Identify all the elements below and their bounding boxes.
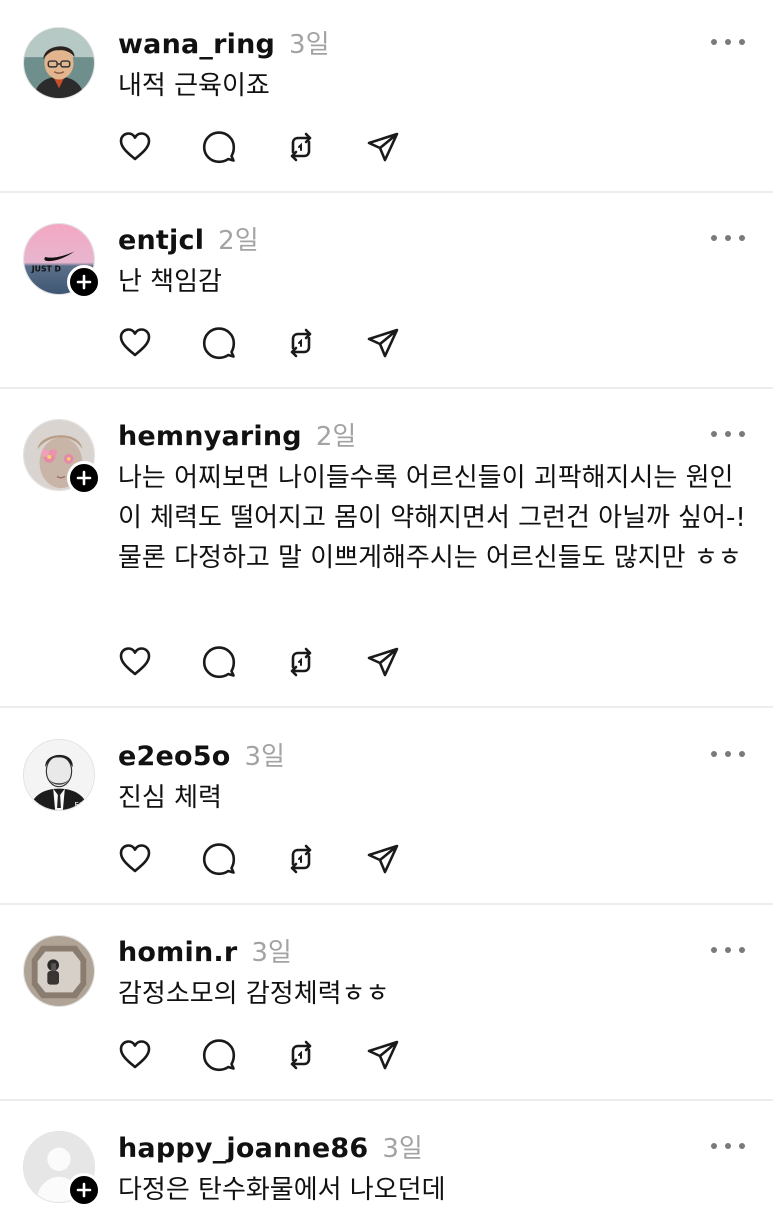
timestamp: 3일	[244, 742, 285, 772]
share-button[interactable]	[365, 644, 401, 680]
divider	[0, 706, 773, 708]
plus-icon	[76, 470, 92, 486]
repost-button[interactable]	[283, 325, 319, 361]
divider	[0, 903, 773, 905]
share-button[interactable]	[365, 325, 401, 361]
send-plane-icon	[367, 844, 399, 874]
more-options-button[interactable]	[711, 424, 745, 444]
heart-icon	[119, 1040, 151, 1069]
more-options-button[interactable]	[711, 940, 745, 960]
share-button[interactable]	[365, 129, 401, 165]
send-plane-icon	[367, 647, 399, 677]
comment-button[interactable]	[201, 325, 237, 361]
reply-text: 내적 근육이죠	[118, 71, 270, 101]
comment-button[interactable]	[201, 644, 237, 680]
username[interactable]: hemnyaring	[118, 421, 302, 452]
repost-button[interactable]	[283, 644, 319, 680]
avatar[interactable]	[23, 27, 95, 99]
repost-icon	[290, 844, 312, 874]
divider	[0, 387, 773, 389]
username[interactable]: wana_ring	[118, 29, 275, 60]
username[interactable]: happy_joanne86	[118, 1133, 368, 1164]
follow-plus-button[interactable]	[67, 1173, 101, 1207]
like-button[interactable]	[117, 644, 153, 680]
username[interactable]: e2eo5o	[118, 741, 231, 772]
comment-button[interactable]	[201, 1037, 237, 1073]
divider	[0, 191, 773, 193]
repost-button[interactable]	[283, 129, 319, 165]
reply-text: 진심 체력	[118, 783, 222, 813]
send-plane-icon	[367, 1040, 399, 1070]
heart-icon	[119, 844, 151, 873]
repost-icon	[290, 132, 312, 162]
reply-text: 감정소모의 감정체력ㅎㅎ	[118, 979, 390, 1009]
svg-text:JUST D: JUST D	[31, 265, 62, 274]
follow-plus-button[interactable]	[67, 265, 101, 299]
like-button[interactable]	[117, 1037, 153, 1073]
more-options-button[interactable]	[711, 1136, 745, 1156]
timestamp: 3일	[251, 938, 292, 968]
suit-man-drawing-avatar-icon: EO	[23, 739, 95, 811]
comment-bubble-icon	[202, 327, 236, 360]
like-button[interactable]	[117, 841, 153, 877]
like-button[interactable]	[117, 325, 153, 361]
comment-bubble-icon	[202, 843, 236, 876]
plus-icon	[76, 274, 92, 290]
reply-text: 나는 어찌보면 나이들수록 어르신들이 괴팍해지시는 원인이 체력도 떨어지고 …	[118, 463, 746, 573]
like-button[interactable]	[117, 129, 153, 165]
avatar[interactable]: JUST D	[23, 223, 101, 299]
comment-button[interactable]	[201, 129, 237, 165]
heart-icon	[119, 647, 151, 676]
reply-text: 난 책임감	[118, 267, 222, 297]
more-options-button[interactable]	[711, 744, 745, 764]
more-options-button[interactable]	[711, 228, 745, 248]
username[interactable]: entjcl	[118, 225, 204, 256]
avatar[interactable]	[23, 1131, 101, 1207]
more-options-button[interactable]	[711, 32, 745, 52]
reply-text: 다정은 탄수화물에서 나오던데	[118, 1175, 446, 1205]
comment-bubble-icon	[202, 131, 236, 164]
divider	[0, 1099, 773, 1101]
comment-bubble-icon	[202, 1039, 236, 1072]
timestamp: 2일	[315, 422, 357, 452]
avatar[interactable]: EO	[23, 739, 95, 811]
follow-plus-button[interactable]	[67, 461, 101, 495]
timestamp: 2일	[218, 226, 259, 256]
heart-icon	[119, 328, 151, 357]
repost-icon	[290, 328, 312, 358]
share-button[interactable]	[365, 841, 401, 877]
timestamp: 3일	[289, 30, 330, 60]
comment-bubble-icon	[202, 646, 236, 679]
man-glasses-avatar-icon	[23, 27, 95, 99]
repost-button[interactable]	[283, 841, 319, 877]
thread-replies-feed: wana_ring 3일 내적 근육이죠 JUST D entjcl 2일 난 …	[0, 0, 773, 1212]
send-plane-icon	[367, 328, 399, 358]
share-button[interactable]	[365, 1037, 401, 1073]
timestamp: 3일	[382, 1134, 423, 1164]
avatar[interactable]	[23, 935, 95, 1007]
heart-icon	[119, 132, 151, 161]
avatar[interactable]	[23, 419, 101, 495]
mirror-selfie-avatar-icon	[23, 935, 95, 1007]
send-plane-icon	[367, 132, 399, 162]
plus-icon	[76, 1182, 92, 1198]
svg-text:EO: EO	[75, 801, 85, 809]
repost-icon	[290, 1040, 312, 1070]
comment-button[interactable]	[201, 841, 237, 877]
repost-icon	[290, 647, 312, 677]
username[interactable]: homin.r	[118, 937, 237, 968]
repost-button[interactable]	[283, 1037, 319, 1073]
